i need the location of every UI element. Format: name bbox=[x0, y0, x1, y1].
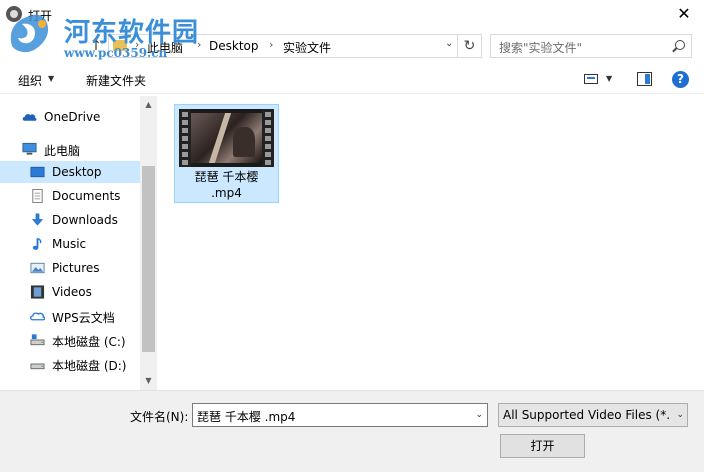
cancel-button-area bbox=[595, 434, 688, 458]
scroll-down-icon[interactable]: ▼ bbox=[140, 374, 157, 388]
drive-icon bbox=[30, 363, 45, 370]
videos-icon bbox=[30, 285, 45, 299]
watermark-text: 河东软件园 bbox=[64, 18, 200, 48]
nav-item-desktop[interactable]: Desktop bbox=[0, 161, 140, 183]
nav-item-videos[interactable]: Videos bbox=[0, 281, 140, 303]
nav-item-music[interactable]: Music bbox=[0, 233, 140, 255]
nav-label: 此电脑 bbox=[44, 144, 81, 158]
address-dropdown-icon[interactable]: ⌄ bbox=[445, 38, 453, 49]
scroll-thumb[interactable] bbox=[142, 166, 155, 352]
nav-label: Documents bbox=[52, 189, 121, 203]
open-button[interactable]: 打开 bbox=[500, 434, 585, 458]
onedrive-icon bbox=[22, 114, 37, 121]
filetype-select[interactable]: All Supported Video Files (*. ⌄ bbox=[498, 403, 688, 427]
watermark-logo bbox=[10, 14, 49, 53]
breadcrumb-desktop[interactable]: Desktop bbox=[209, 39, 259, 53]
nav-item-onedrive[interactable]: OneDrive bbox=[0, 106, 140, 128]
organize-dropdown-icon[interactable]: ▼ bbox=[48, 74, 54, 83]
computer-icon bbox=[22, 142, 37, 155]
nav-label: WPS云文档 bbox=[52, 311, 115, 325]
nav-item-documents[interactable]: Documents bbox=[0, 185, 140, 207]
refresh-icon[interactable]: ↻ bbox=[457, 35, 481, 57]
close-button[interactable]: ✕ bbox=[664, 0, 704, 28]
desktop-icon bbox=[30, 166, 45, 178]
search-input[interactable]: 搜索"实验文件" bbox=[490, 34, 692, 58]
pictures-icon bbox=[30, 262, 45, 274]
search-placeholder: 搜索"实验文件" bbox=[499, 41, 583, 55]
search-icon bbox=[675, 40, 685, 50]
scroll-up-icon[interactable]: ▲ bbox=[140, 98, 157, 112]
nav-label: OneDrive bbox=[44, 110, 101, 124]
nav-item-this-pc[interactable]: 此电脑 bbox=[0, 138, 140, 160]
filetype-dropdown-icon[interactable]: ⌄ bbox=[674, 410, 684, 420]
help-icon[interactable]: ? bbox=[672, 71, 689, 88]
video-thumbnail-icon bbox=[179, 109, 274, 167]
breadcrumb-separator: › bbox=[269, 38, 274, 51]
footer-panel: 文件名(N): 琵琶 千本樱 .mp4 ⌄ All Supported Vide… bbox=[0, 390, 704, 472]
downloads-icon bbox=[31, 213, 44, 226]
documents-icon bbox=[32, 189, 43, 203]
nav-label: Desktop bbox=[52, 165, 102, 179]
drive-icon bbox=[30, 334, 45, 346]
preview-pane-icon[interactable] bbox=[637, 72, 652, 86]
nav-label: Pictures bbox=[52, 261, 100, 275]
filetype-value: All Supported Video Files (*. bbox=[503, 408, 671, 422]
nav-item-drive-c[interactable]: 本地磁盘 (C:) bbox=[0, 329, 140, 351]
file-list: 琵琶 千本樱 .mp4 bbox=[158, 96, 704, 390]
filename-label: 文件名(N): bbox=[130, 410, 189, 424]
file-name: 琵琶 千本樱 .mp4 bbox=[194, 170, 259, 200]
new-folder-button[interactable]: 新建文件夹 bbox=[86, 72, 146, 89]
watermark-url: www.pc0359.cn bbox=[64, 46, 168, 60]
organize-button[interactable]: 组织 bbox=[18, 72, 42, 89]
music-icon bbox=[32, 237, 42, 250]
nav-item-downloads[interactable]: Downloads bbox=[0, 209, 140, 231]
navigation-pane: OneDrive 此电脑 Desktop Documents Downloads… bbox=[0, 96, 158, 390]
wps-cloud-icon bbox=[30, 312, 45, 321]
nav-label: 本地磁盘 (C:) bbox=[52, 335, 126, 349]
nav-label: Videos bbox=[52, 285, 92, 299]
nav-item-wps-cloud[interactable]: WPS云文档 bbox=[0, 305, 140, 327]
toolbar: 组织 ▼ 新建文件夹 ▼ ? bbox=[0, 64, 704, 94]
nav-label: 本地磁盘 (D:) bbox=[52, 359, 127, 373]
nav-item-pictures[interactable]: Pictures bbox=[0, 257, 140, 279]
nav-label: Music bbox=[52, 237, 87, 251]
view-dropdown-icon[interactable]: ▼ bbox=[606, 74, 612, 83]
filename-input[interactable]: 琵琶 千本樱 .mp4 ⌄ bbox=[192, 403, 488, 427]
filename-value: 琵琶 千本樱 .mp4 bbox=[197, 410, 296, 424]
file-item[interactable]: 琵琶 千本樱 .mp4 bbox=[174, 104, 279, 203]
view-options-icon[interactable] bbox=[584, 74, 598, 84]
nav-item-drive-d[interactable]: 本地磁盘 (D:) bbox=[0, 353, 140, 375]
filename-dropdown-icon[interactable]: ⌄ bbox=[475, 410, 483, 420]
breadcrumb-current-folder[interactable]: 实验文件 bbox=[283, 39, 331, 56]
nav-label: Downloads bbox=[52, 213, 118, 227]
nav-scrollbar[interactable]: ▲ ▼ bbox=[140, 96, 157, 390]
